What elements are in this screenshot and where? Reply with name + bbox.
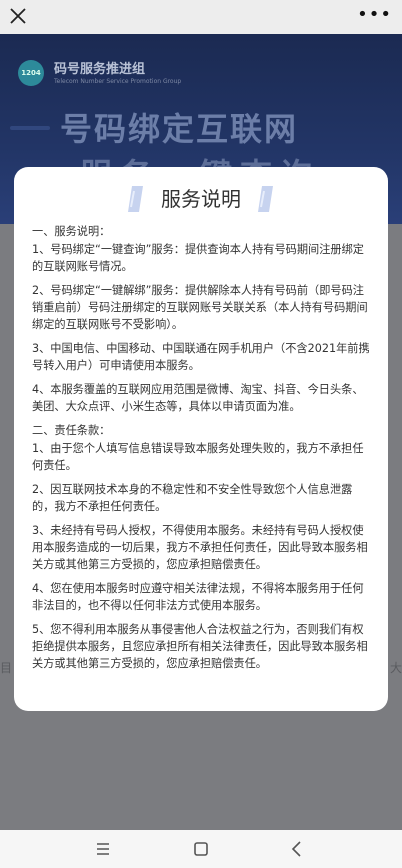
dialog-title: 服务说明: [161, 187, 241, 211]
org-name-en: Telecom Number Service Promotion Group: [54, 78, 182, 85]
section-heading: 一、服务说明：: [32, 225, 111, 238]
paragraph: 4、本服务覆盖的互联网应用范围是微博、淘宝、抖音、今日头条、美团、大众点评、小米…: [32, 383, 364, 413]
paragraph: 5、您不得利用本服务从事侵害他人合法权益之行为，否则我们有权拒绝提供本服务，且您…: [32, 623, 368, 670]
service-description-dialog: 服务说明 一、服务说明： 1、号码绑定“一键查询”服务：提供查询本人持有号码期间…: [14, 167, 388, 711]
decoration-stripe-icon: [258, 186, 274, 212]
dialog-header: 服务说明: [14, 179, 388, 219]
paragraph: 2、号码绑定“一键解绑”服务：提供解除本人持有号码前（即号码注销重启前）号码注册…: [32, 284, 368, 331]
more-options-icon[interactable]: •••: [357, 6, 392, 24]
peek-text-right: 大: [389, 661, 402, 675]
home-square-icon[interactable]: [190, 838, 212, 860]
dialog-body: 一、服务说明： 1、号码绑定“一键查询”服务：提供查询本人持有号码期间注册绑定的…: [32, 223, 374, 679]
logo: 1204: [18, 60, 44, 86]
paragraph: 2、因互联网技术本身的不稳定性和不安全性导致您个人信息泄露的，我方不承担任何责任…: [32, 483, 353, 513]
back-chevron-icon[interactable]: [286, 838, 308, 860]
paragraph: 1、由于您个人填写信息错误导致本服务处理失败的，我方不承担任何责任。: [32, 442, 364, 472]
system-nav-bar: [0, 830, 402, 868]
paragraph: 4、您在使用本服务时应遵守相关法律法规，不得将本服务用于任何非法目的，也不得以任…: [32, 582, 364, 612]
close-icon[interactable]: [6, 4, 30, 28]
menu-icon[interactable]: [92, 838, 114, 860]
section-heading: 二、责任条款：: [32, 424, 111, 437]
paragraph: 1、号码绑定“一键查询”服务：提供查询本人持有号码期间注册绑定的互联网账号情况。: [32, 243, 364, 273]
decoration-stripe-icon: [127, 186, 143, 212]
peek-text-left: 目: [0, 661, 13, 675]
banner-streak: [10, 126, 50, 130]
top-bar: •••: [0, 0, 402, 34]
paragraph: 3、中国电信、中国移动、中国联通在网手机用户（不含2021年前携号转入用户）可申…: [32, 342, 370, 372]
org-name: 码号服务推进组: [54, 62, 146, 77]
paragraph: 3、未经持有号码人授权，不得使用本服务。未经持有号码人授权使用本服务造成的一切后…: [32, 524, 368, 571]
banner-headline-1: 号码绑定互联网: [60, 110, 299, 148]
